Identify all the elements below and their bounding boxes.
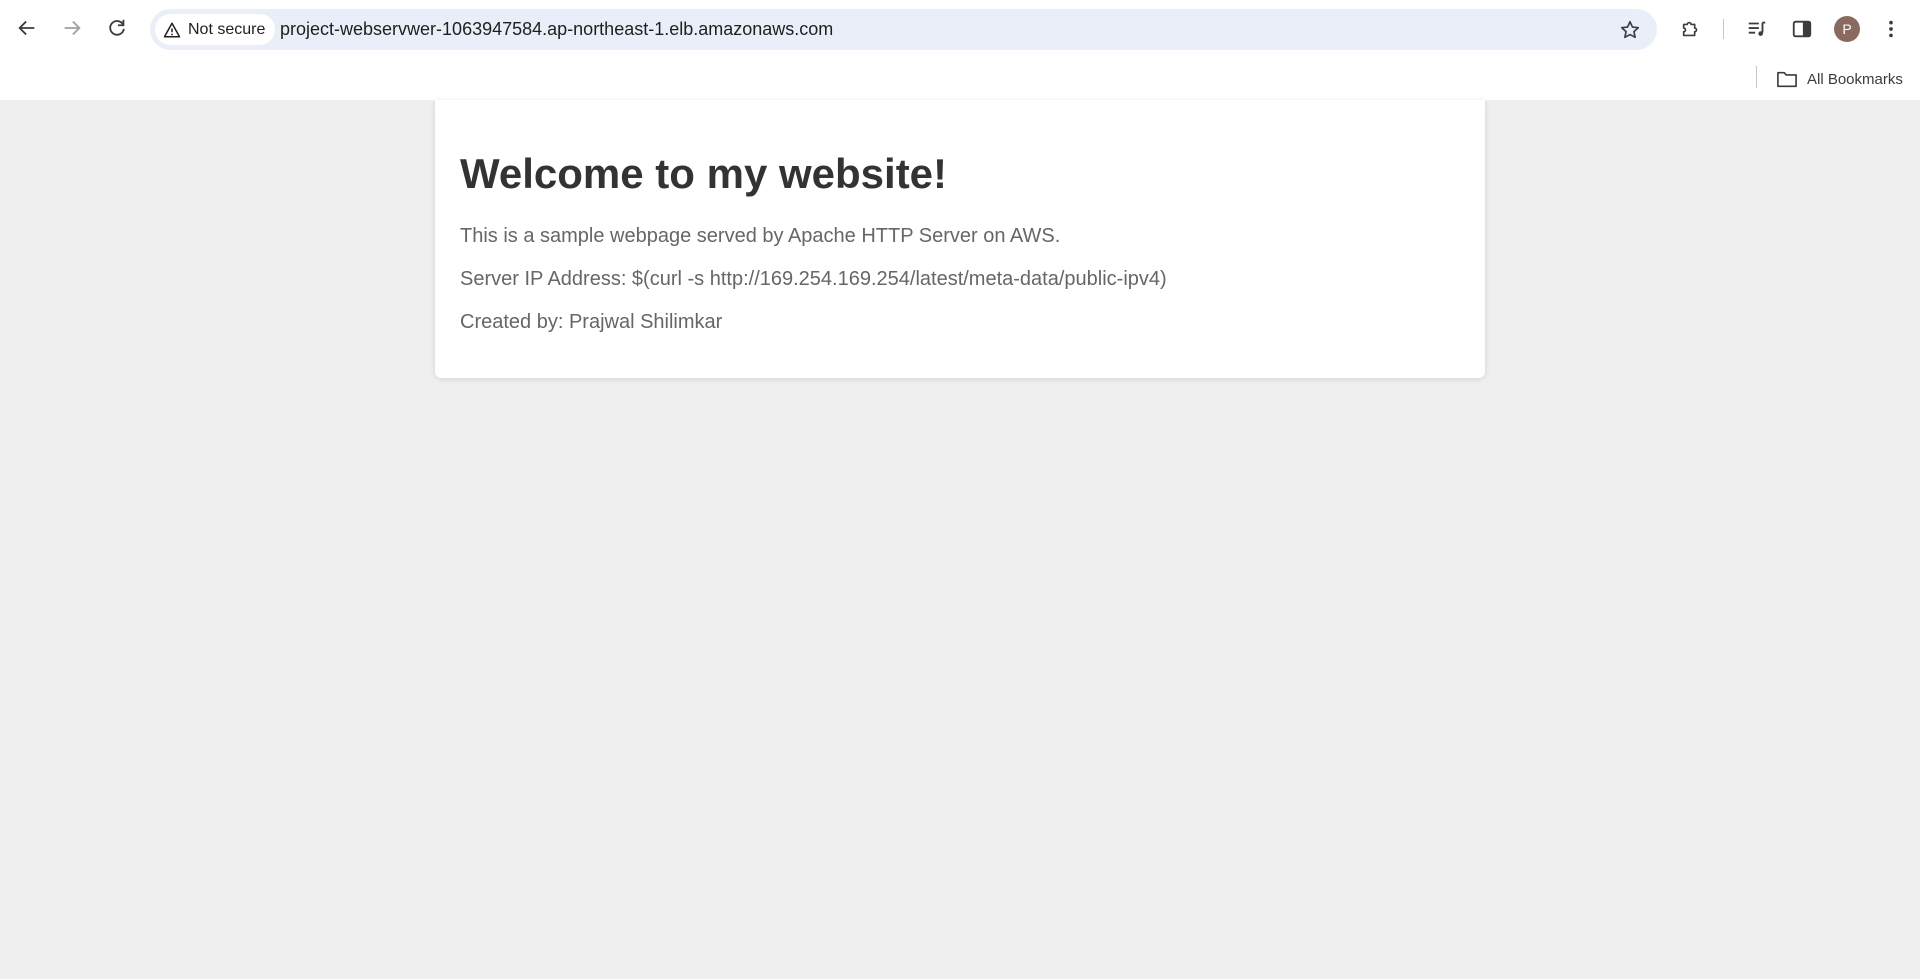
- description-text: This is a sample webpage served by Apach…: [460, 225, 1061, 247]
- folder-icon: [1777, 71, 1797, 88]
- reload-button[interactable]: [99, 10, 135, 46]
- server-ip-text: Server IP Address: $(curl -s http://169.…: [460, 268, 1167, 290]
- profile-avatar[interactable]: P: [1834, 16, 1860, 42]
- side-panel-button[interactable]: [1787, 14, 1817, 44]
- profile-initial: P: [1842, 21, 1852, 37]
- toolbar-divider: [1723, 19, 1724, 39]
- all-bookmarks-label: All Bookmarks: [1807, 70, 1903, 88]
- arrow-forward-icon: [64, 20, 81, 36]
- extensions-button[interactable]: [1676, 14, 1706, 44]
- security-indicator[interactable]: Not secure: [155, 14, 276, 45]
- warning-triangle-icon: [163, 22, 181, 37]
- url-text[interactable]: project-webservwer-1063947584.ap-northea…: [280, 9, 833, 50]
- media-controls-button[interactable]: [1742, 14, 1772, 44]
- bookmark-star-button[interactable]: [1615, 15, 1645, 45]
- reload-icon: [109, 19, 125, 36]
- all-bookmarks-button[interactable]: All Bookmarks: [1776, 66, 1903, 92]
- star-icon: [1620, 20, 1640, 39]
- security-label: Not secure: [188, 20, 266, 38]
- content-card: Welcome to my website! This is a sample …: [435, 100, 1485, 378]
- page-heading: Welcome to my website!: [460, 150, 948, 197]
- address-bar[interactable]: Not secure project-webservwer-1063947584…: [150, 9, 1657, 50]
- forward-button[interactable]: [54, 10, 90, 46]
- puzzle-icon: [1682, 21, 1698, 37]
- bookmarks-divider: [1756, 66, 1757, 88]
- side-panel-icon: [1792, 20, 1812, 38]
- kebab-menu-icon: [1889, 20, 1893, 38]
- media-queue-icon: [1748, 21, 1766, 36]
- back-button[interactable]: [9, 10, 45, 46]
- author-text: Created by: Prajwal Shilimkar: [460, 311, 723, 333]
- bookmarks-bar: All Bookmarks: [0, 58, 1920, 100]
- browser-toolbar: Not secure project-webservwer-1063947584…: [0, 0, 1920, 58]
- browser-menu-button[interactable]: [1876, 14, 1906, 44]
- arrow-back-icon: [18, 20, 35, 36]
